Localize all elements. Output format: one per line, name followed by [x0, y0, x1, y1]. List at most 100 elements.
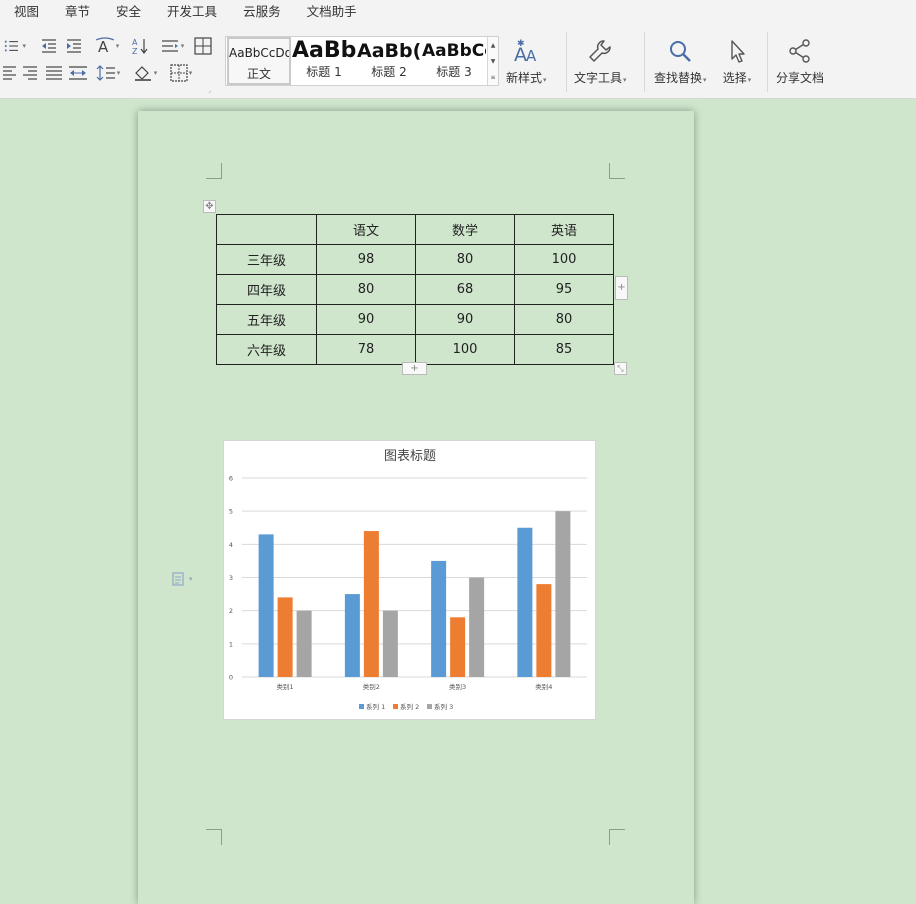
scroll-down-icon[interactable]: ▼	[491, 58, 496, 65]
new-style-button[interactable]: A A ✱ 新样式▾	[506, 36, 547, 86]
table-row: 三年级 98 80 100	[216, 244, 614, 275]
y-tick-label: 2	[229, 607, 233, 615]
table-cell[interactable]: 85	[514, 334, 614, 365]
divider	[644, 32, 645, 92]
legend-label: 系列 2	[400, 702, 419, 711]
styles-gallery: AaBbCcDd 正文 AaBb 标题 1 AaBb( 标题 2 AaBbCc …	[225, 36, 499, 86]
text-tools-button[interactable]: 文字工具▾	[574, 36, 627, 86]
legend-label: 系列 1	[366, 702, 385, 711]
select-button[interactable]: 选择▾	[722, 36, 752, 86]
bar	[363, 531, 379, 677]
legend-swatch	[393, 704, 398, 709]
table-header-cell[interactable]: 英语	[514, 214, 614, 245]
shading-icon[interactable]: ▾	[130, 63, 160, 83]
chart-title[interactable]: 图表标题	[384, 449, 436, 464]
table-cell[interactable]: 100	[514, 244, 614, 275]
divider	[566, 32, 567, 92]
menu-chapter[interactable]: 章节	[52, 0, 103, 24]
gallery-expand-icon[interactable]: ≡	[490, 74, 495, 81]
bar	[344, 594, 360, 677]
table-header-cell[interactable]: 数学	[415, 214, 515, 245]
table-cell[interactable]: 80	[316, 274, 416, 305]
table-cell[interactable]: 五年级	[216, 304, 317, 335]
paragraph-dialog-launcher-icon[interactable]: ⌟	[208, 87, 211, 94]
chart-layout-options-icon[interactable]: ▾	[172, 572, 193, 586]
style-heading-3[interactable]: AaBbCc 标题 3	[422, 37, 486, 85]
bar-chart[interactable]: 图表标题 0 1 2 3 4 5 6 类别1 类别2 类别3 类别4 系列 1 系列 2 系列 3	[223, 440, 596, 720]
chart-canvas: 图表标题 0 1 2 3 4 5 6 类别1 类别2 类别3 类别4 系列 1 系列 2 系列 3	[229, 449, 587, 711]
text-tools-label: 文字工具▾	[574, 71, 627, 85]
table-cell[interactable]: 三年级	[216, 244, 317, 275]
menu-cloud-service[interactable]: 云服务	[230, 0, 294, 24]
menu-view[interactable]: 视图	[0, 0, 52, 24]
scroll-up-icon[interactable]: ▲	[491, 42, 496, 49]
table-cell[interactable]: 68	[415, 274, 515, 305]
add-column-icon[interactable]: +	[615, 276, 628, 300]
table-cell[interactable]: 98	[316, 244, 416, 275]
bar	[469, 577, 485, 677]
bar	[431, 560, 447, 677]
menu-developer-tools[interactable]: 开发工具	[154, 0, 230, 24]
table-cell[interactable]: 90	[415, 304, 515, 335]
legend-label: 系列 3	[434, 702, 453, 711]
table-row: 六年级 78 100 85	[216, 334, 614, 365]
borders-icon[interactable]: ▾	[166, 63, 196, 83]
decrease-indent-icon[interactable]	[38, 36, 60, 56]
style-heading-1[interactable]: AaBb 标题 1	[292, 37, 356, 85]
table-cell[interactable]: 80	[415, 244, 515, 275]
bar	[517, 527, 533, 677]
style-heading-2[interactable]: AaBb( 标题 2	[357, 37, 421, 85]
bar	[258, 534, 274, 677]
menu-security[interactable]: 安全	[103, 0, 154, 24]
bar	[296, 610, 312, 677]
x-tick-label: 类别3	[449, 682, 466, 691]
find-replace-button[interactable]: 查找替换▾	[654, 36, 707, 86]
share-document-label: 分享文档	[776, 71, 825, 85]
y-tick-label: 1	[229, 640, 233, 648]
y-tick-label: 4	[229, 541, 233, 549]
justify-icon[interactable]	[43, 63, 65, 83]
table-cell[interactable]: 四年级	[216, 274, 317, 305]
grades-table[interactable]: 语文 数学 英语 三年级 98 80 100 四年级 80 68 95 五年级 …	[216, 214, 614, 365]
styles-gallery-scroll[interactable]: ▲ ▼ ≡	[487, 37, 498, 85]
y-tick-label: 0	[229, 674, 233, 682]
table-grid-icon[interactable]	[192, 36, 214, 56]
margin-corner-mark	[206, 163, 222, 179]
line-spacing-switch-icon[interactable]: ▾	[157, 36, 187, 56]
menu-doc-assistant[interactable]: 文档助手	[294, 0, 370, 24]
align-right-icon[interactable]	[18, 63, 40, 83]
cursor-arrow-icon	[722, 36, 752, 66]
table-cell[interactable]: 100	[415, 334, 515, 365]
svg-text:A: A	[132, 38, 138, 47]
table-resize-icon[interactable]: ⤡	[614, 362, 627, 375]
table-header-cell[interactable]: 语文	[316, 214, 416, 245]
distributed-align-icon[interactable]	[67, 63, 89, 83]
x-tick-label: 类别4	[535, 682, 552, 691]
select-label: 选择▾	[722, 71, 752, 85]
x-tick-label: 类别2	[363, 682, 380, 691]
line-spacing-icon[interactable]: ▾	[93, 63, 123, 83]
menu-bar: 视图 章节 安全 开发工具 云服务 文档助手	[0, 0, 916, 24]
table-row: 四年级 80 68 95	[216, 274, 614, 305]
new-style-icon: A A ✱	[511, 36, 541, 66]
increase-indent-icon[interactable]	[63, 36, 85, 56]
y-tick-label: 6	[229, 475, 233, 483]
table-cell[interactable]: 78	[316, 334, 416, 365]
bar	[536, 584, 552, 677]
add-row-icon[interactable]: +	[402, 362, 427, 375]
wrench-icon	[585, 36, 615, 66]
style-normal[interactable]: AaBbCcDd 正文	[227, 37, 291, 85]
table-header-cell[interactable]	[216, 214, 317, 245]
bar	[555, 511, 571, 677]
share-document-button[interactable]: 分享文档	[776, 36, 824, 86]
bar	[450, 617, 466, 677]
table-cell[interactable]: 95	[514, 274, 614, 305]
bullet-list-icon[interactable]: ▾	[4, 36, 26, 56]
svg-text:A: A	[526, 47, 537, 65]
sort-icon[interactable]: AZ	[129, 36, 151, 56]
table-cell[interactable]: 80	[514, 304, 614, 335]
table-move-handle-icon[interactable]: ✥	[203, 200, 216, 213]
text-direction-icon[interactable]: A ▾	[92, 36, 122, 56]
table-cell[interactable]: 六年级	[216, 334, 317, 365]
table-cell[interactable]: 90	[316, 304, 416, 335]
